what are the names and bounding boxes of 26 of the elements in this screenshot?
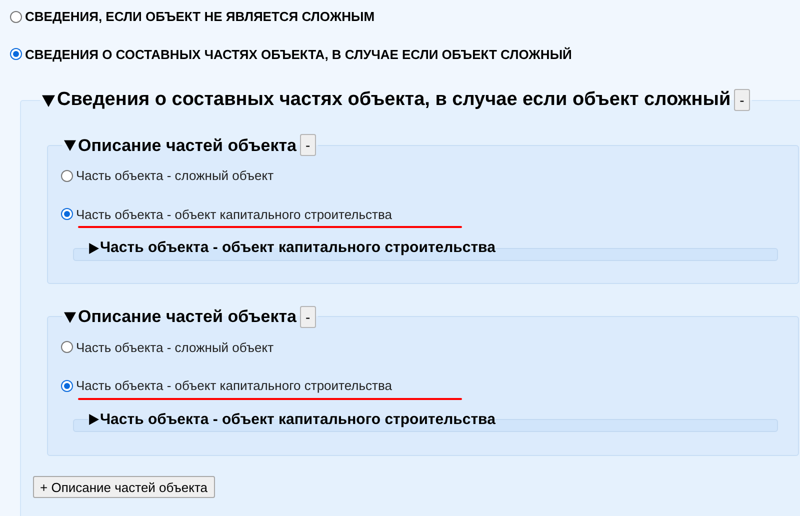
option-label: СВЕДЕНИЯ О СОСТАВНЫХ ЧАСТЯХ ОБЪЕКТА, В СЛУЧАЕ ЕСЛИ ОБЪЕКТ СЛОЖНЫЙ (25, 46, 572, 64)
remove-button[interactable]: - (300, 306, 316, 328)
collapse-triangle-icon[interactable] (42, 94, 55, 107)
collapse-triangle-icon[interactable] (64, 310, 76, 323)
collapse-triangle-icon[interactable] (64, 139, 76, 152)
remove-button[interactable]: - (300, 134, 316, 156)
subsection-title: Часть объекта - объект капитального строительства (100, 238, 496, 258)
add-part-button[interactable]: + Описание частей объекта (33, 476, 215, 498)
radio-button[interactable] (61, 341, 73, 354)
part-option-label: Часть объекта - объект капитального строительства (76, 206, 392, 224)
part-title: Описание частей объекта (78, 134, 296, 156)
part-option-label: Часть объекта - сложный объект (76, 338, 274, 356)
part-option-label: Часть объекта - сложный объект (76, 167, 274, 185)
expand-triangle-icon[interactable] (88, 242, 99, 254)
subsection-title: Часть объекта - объект капитального строительства (100, 410, 496, 430)
radio-button[interactable] (61, 208, 73, 220)
radio-button[interactable] (10, 48, 22, 60)
section-title: Сведения о составных частях объекта, в случае если объект сложный (57, 88, 731, 112)
radio-button[interactable] (10, 10, 22, 23)
remove-button[interactable]: - (734, 89, 750, 112)
expand-triangle-icon[interactable] (88, 414, 99, 426)
part-title: Описание частей объекта (78, 306, 296, 328)
radio-button[interactable] (61, 380, 73, 392)
part-option-label: Часть объекта - объект капитального строительства (76, 377, 392, 395)
option-label: СВЕДЕНИЯ, ЕСЛИ ОБЪЕКТ НЕ ЯВЛЯЕТСЯ СЛОЖНЫМ (25, 8, 375, 26)
radio-button[interactable] (61, 170, 73, 182)
